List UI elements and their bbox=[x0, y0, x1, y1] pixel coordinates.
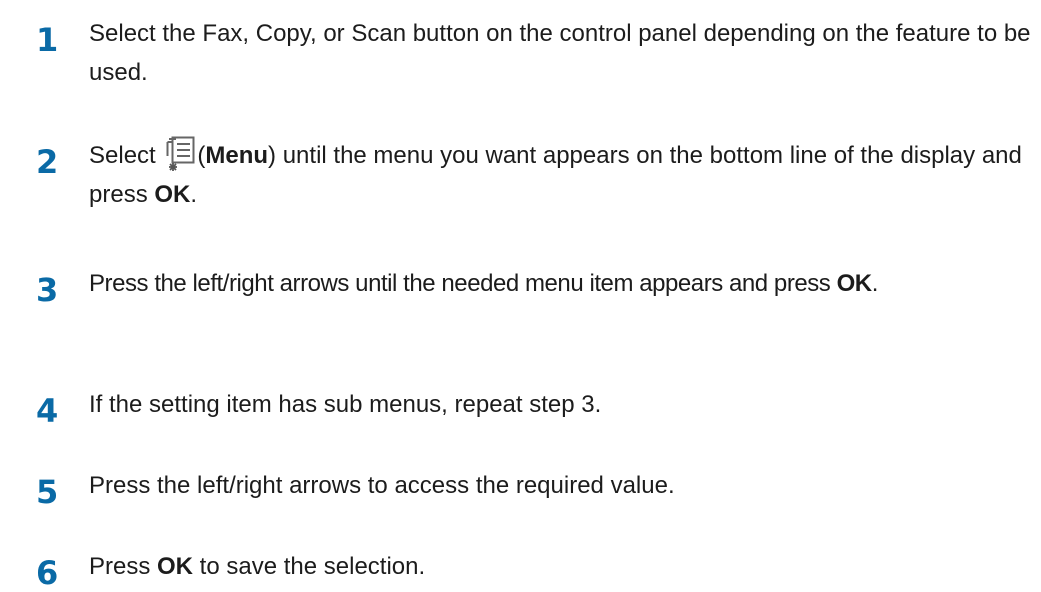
step-number: 4 bbox=[36, 392, 59, 430]
step-text: Press the left/right arrows to access th… bbox=[89, 472, 675, 499]
step-number: 1 bbox=[36, 21, 59, 59]
step-text: If the setting item has sub menus, repea… bbox=[89, 391, 602, 418]
ok-label: OK bbox=[836, 270, 873, 297]
step-text-part: Press the left/right arrows until the ne… bbox=[89, 270, 837, 297]
step-number: 3 bbox=[36, 271, 59, 309]
menu-icon bbox=[166, 136, 196, 172]
step-number: 6 bbox=[36, 554, 59, 592]
step-text-part: to save the selection. bbox=[193, 553, 426, 580]
menu-label: Menu bbox=[205, 142, 269, 169]
step-text: Select the Fax, Copy, or Scan button on … bbox=[89, 20, 1031, 86]
step-number: 5 bbox=[36, 473, 59, 511]
step-text-part: Select bbox=[89, 142, 163, 169]
step-text: Press OK to save the selection. bbox=[89, 547, 1039, 586]
menu-icon-graphic bbox=[166, 136, 195, 171]
step-text-part: . bbox=[190, 181, 198, 208]
ok-label: OK bbox=[154, 181, 191, 208]
step-number: 2 bbox=[36, 143, 59, 181]
step-text: Press the left/right arrows until the ne… bbox=[89, 264, 1039, 303]
ok-label: OK bbox=[157, 553, 194, 580]
step-text: Select (Menu) until the menu you want ap… bbox=[89, 136, 1039, 214]
step-text-part: Press bbox=[89, 553, 158, 580]
step-text-part: . bbox=[871, 270, 879, 297]
